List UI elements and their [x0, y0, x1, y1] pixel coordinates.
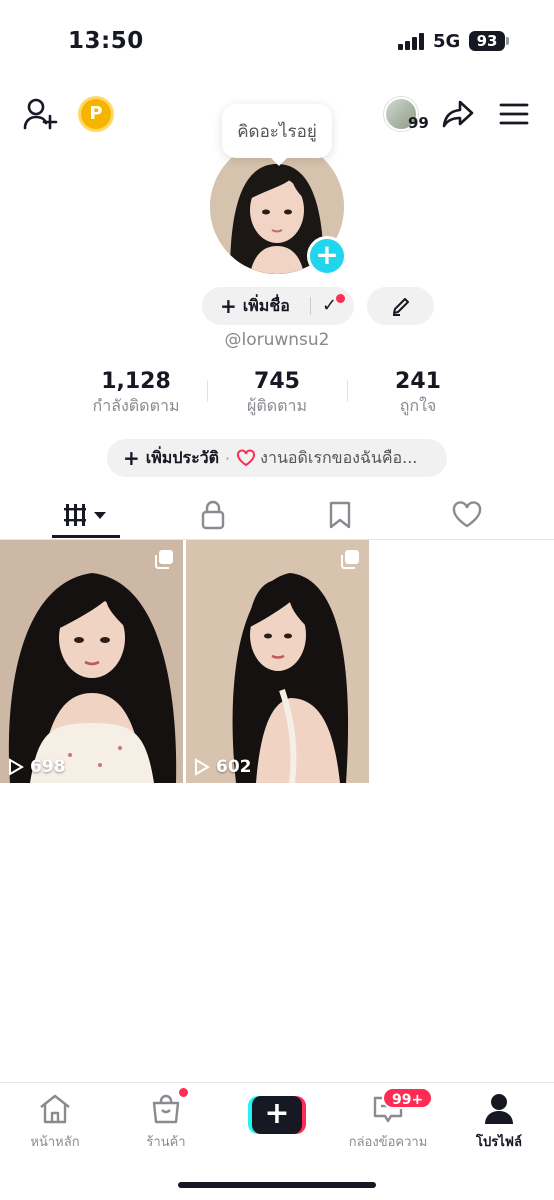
lock-icon: [201, 500, 225, 530]
tab-videos[interactable]: [17, 490, 155, 540]
view-count: 602: [194, 757, 252, 777]
tab-private[interactable]: [144, 490, 282, 540]
multi-photo-icon: [155, 550, 173, 569]
home-indicator: [178, 1182, 376, 1188]
multi-photo-icon: [341, 550, 359, 569]
tab-saved[interactable]: [271, 490, 409, 540]
following-label: กำลังติดตาม: [92, 396, 180, 415]
stat-likes[interactable]: 241 ถูกใจ: [378, 368, 458, 416]
followers-label: ผู้ติดตาม: [246, 396, 308, 415]
nav-shop-label: ร้านค้า: [146, 1135, 186, 1150]
likes-label: ถูกใจ: [399, 396, 437, 415]
heart-outline-icon: [452, 501, 482, 528]
pencil-icon: [392, 298, 409, 316]
create-plus: +: [252, 1096, 302, 1134]
plus-icon: +: [123, 446, 140, 470]
add-bio-label: เพิ่มประวัติ: [145, 447, 220, 467]
nav-profile[interactable]: โปรไฟล์: [444, 1091, 554, 1152]
view-count: 698: [8, 757, 66, 777]
nav-inbox-label: กล่องข้อความ: [348, 1135, 428, 1150]
divider: [347, 380, 348, 402]
network-type: 5G: [433, 31, 461, 52]
coin-icon[interactable]: P: [78, 96, 114, 132]
stat-following[interactable]: 1,128 กำลังติดตาม: [84, 368, 188, 416]
status-time: 13:50: [68, 28, 144, 54]
tab-liked[interactable]: [398, 490, 536, 540]
likes-count: 241: [395, 369, 441, 394]
add-friend-icon[interactable]: [20, 94, 60, 134]
following-count: 1,128: [101, 369, 171, 394]
edit-profile-button[interactable]: [367, 287, 434, 325]
notification-dot: [336, 294, 345, 303]
check-icon[interactable]: ✓: [322, 295, 337, 316]
video-thumbnail[interactable]: 698: [0, 540, 183, 783]
visitor-count: 99: [408, 114, 429, 132]
divider: [207, 380, 208, 402]
add-bio-button[interactable]: + เพิ่มประวัติ · งานอดิเรกของฉันคือ...: [107, 439, 447, 477]
play-icon: [195, 758, 210, 776]
view-count-value: 698: [30, 757, 66, 777]
nav-profile-label: โปรไฟล์: [476, 1135, 522, 1150]
heart-icon: [237, 449, 256, 467]
nav-home[interactable]: หน้าหลัก: [0, 1091, 110, 1152]
nav-shop[interactable]: ร้านค้า: [111, 1091, 221, 1152]
create-button[interactable]: +: [248, 1096, 306, 1134]
signal-icon: [398, 32, 426, 50]
bookmark-icon: [329, 501, 351, 529]
tab-indicator: [52, 535, 120, 538]
menu-icon[interactable]: [496, 98, 532, 130]
followers-count: 745: [254, 369, 300, 394]
profile-icon: [485, 1094, 513, 1124]
add-name-label: เพิ่มชื่อ: [242, 295, 290, 315]
nav-home-label: หน้าหลัก: [30, 1135, 80, 1150]
view-count-value: 602: [216, 757, 252, 777]
add-name-button[interactable]: + เพิ่มชื่อ ✓: [202, 287, 354, 325]
stat-followers[interactable]: 745 ผู้ติดตาม: [228, 368, 326, 416]
video-thumbnail[interactable]: 602: [186, 540, 369, 783]
videos-grid-icon: [64, 504, 106, 526]
add-avatar-button[interactable]: +: [307, 236, 347, 276]
battery-nub: [506, 37, 509, 45]
content-tabs: [0, 490, 554, 540]
inbox-badge: 99+: [382, 1087, 434, 1109]
shopping-bag-icon: [152, 1094, 180, 1124]
shop-notification-dot: [178, 1087, 189, 1098]
plus-icon: +: [220, 294, 237, 318]
share-icon[interactable]: [438, 96, 478, 132]
username: @loruwnsu2: [224, 330, 330, 350]
divider: [310, 297, 311, 315]
bio-placeholder: งานอดิเรกของฉันคือ...: [260, 447, 418, 467]
play-icon: [9, 758, 24, 776]
bio-separator: ·: [225, 448, 231, 468]
battery-icon: 93: [469, 31, 505, 51]
status-bubble[interactable]: คิดอะไรอยู่: [222, 104, 332, 166]
home-icon: [40, 1094, 70, 1124]
status-bar: 13:50 5G 93: [0, 0, 554, 80]
